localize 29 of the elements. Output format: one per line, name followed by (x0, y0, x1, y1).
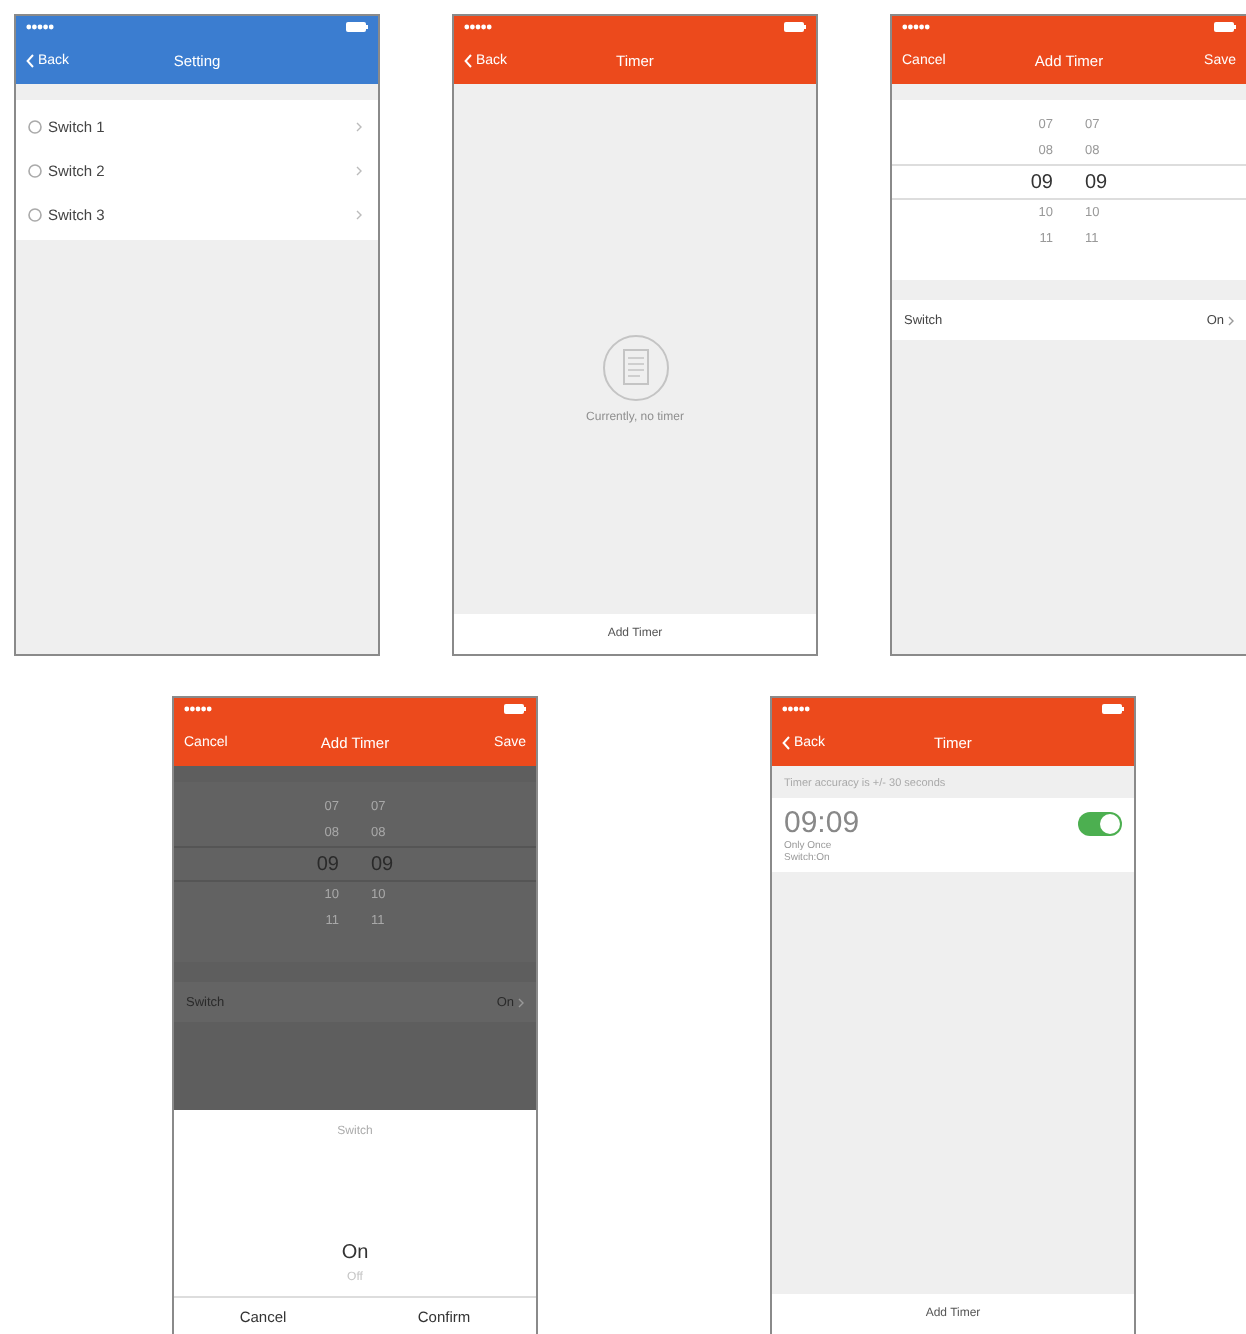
minute-option[interactable]: 09 (1085, 171, 1108, 193)
switch-icon (28, 207, 42, 221)
document-icon (601, 334, 669, 402)
battery-icon (1214, 21, 1236, 31)
chevron-icon (356, 121, 362, 131)
battery-icon (1102, 703, 1124, 713)
signal-icon (464, 23, 492, 29)
toggle-switch[interactable] (1078, 812, 1122, 836)
switch-icon (28, 119, 42, 133)
chevron-icon (356, 209, 362, 219)
switch-icon (28, 163, 42, 177)
signal-icon (782, 705, 810, 711)
chevron-icon (356, 165, 362, 175)
back-chevron-icon[interactable] (464, 53, 472, 67)
hour-option[interactable]: 09 (1030, 171, 1053, 193)
chevron-icon (1228, 315, 1234, 325)
minute-option[interactable]: 09 (371, 853, 394, 875)
battery-icon (346, 21, 368, 31)
back-chevron-icon[interactable] (782, 735, 790, 749)
back-chevron-icon[interactable] (26, 53, 34, 67)
signal-icon (184, 705, 212, 711)
signal-icon (26, 23, 54, 29)
signal-icon (902, 23, 930, 29)
hour-option[interactable]: 09 (316, 853, 339, 875)
switch-option[interactable]: On (341, 1242, 369, 1264)
chevron-icon (518, 997, 524, 1007)
battery-icon (784, 21, 806, 31)
timer-time: 09:09 (784, 806, 860, 840)
battery-icon (504, 703, 526, 713)
